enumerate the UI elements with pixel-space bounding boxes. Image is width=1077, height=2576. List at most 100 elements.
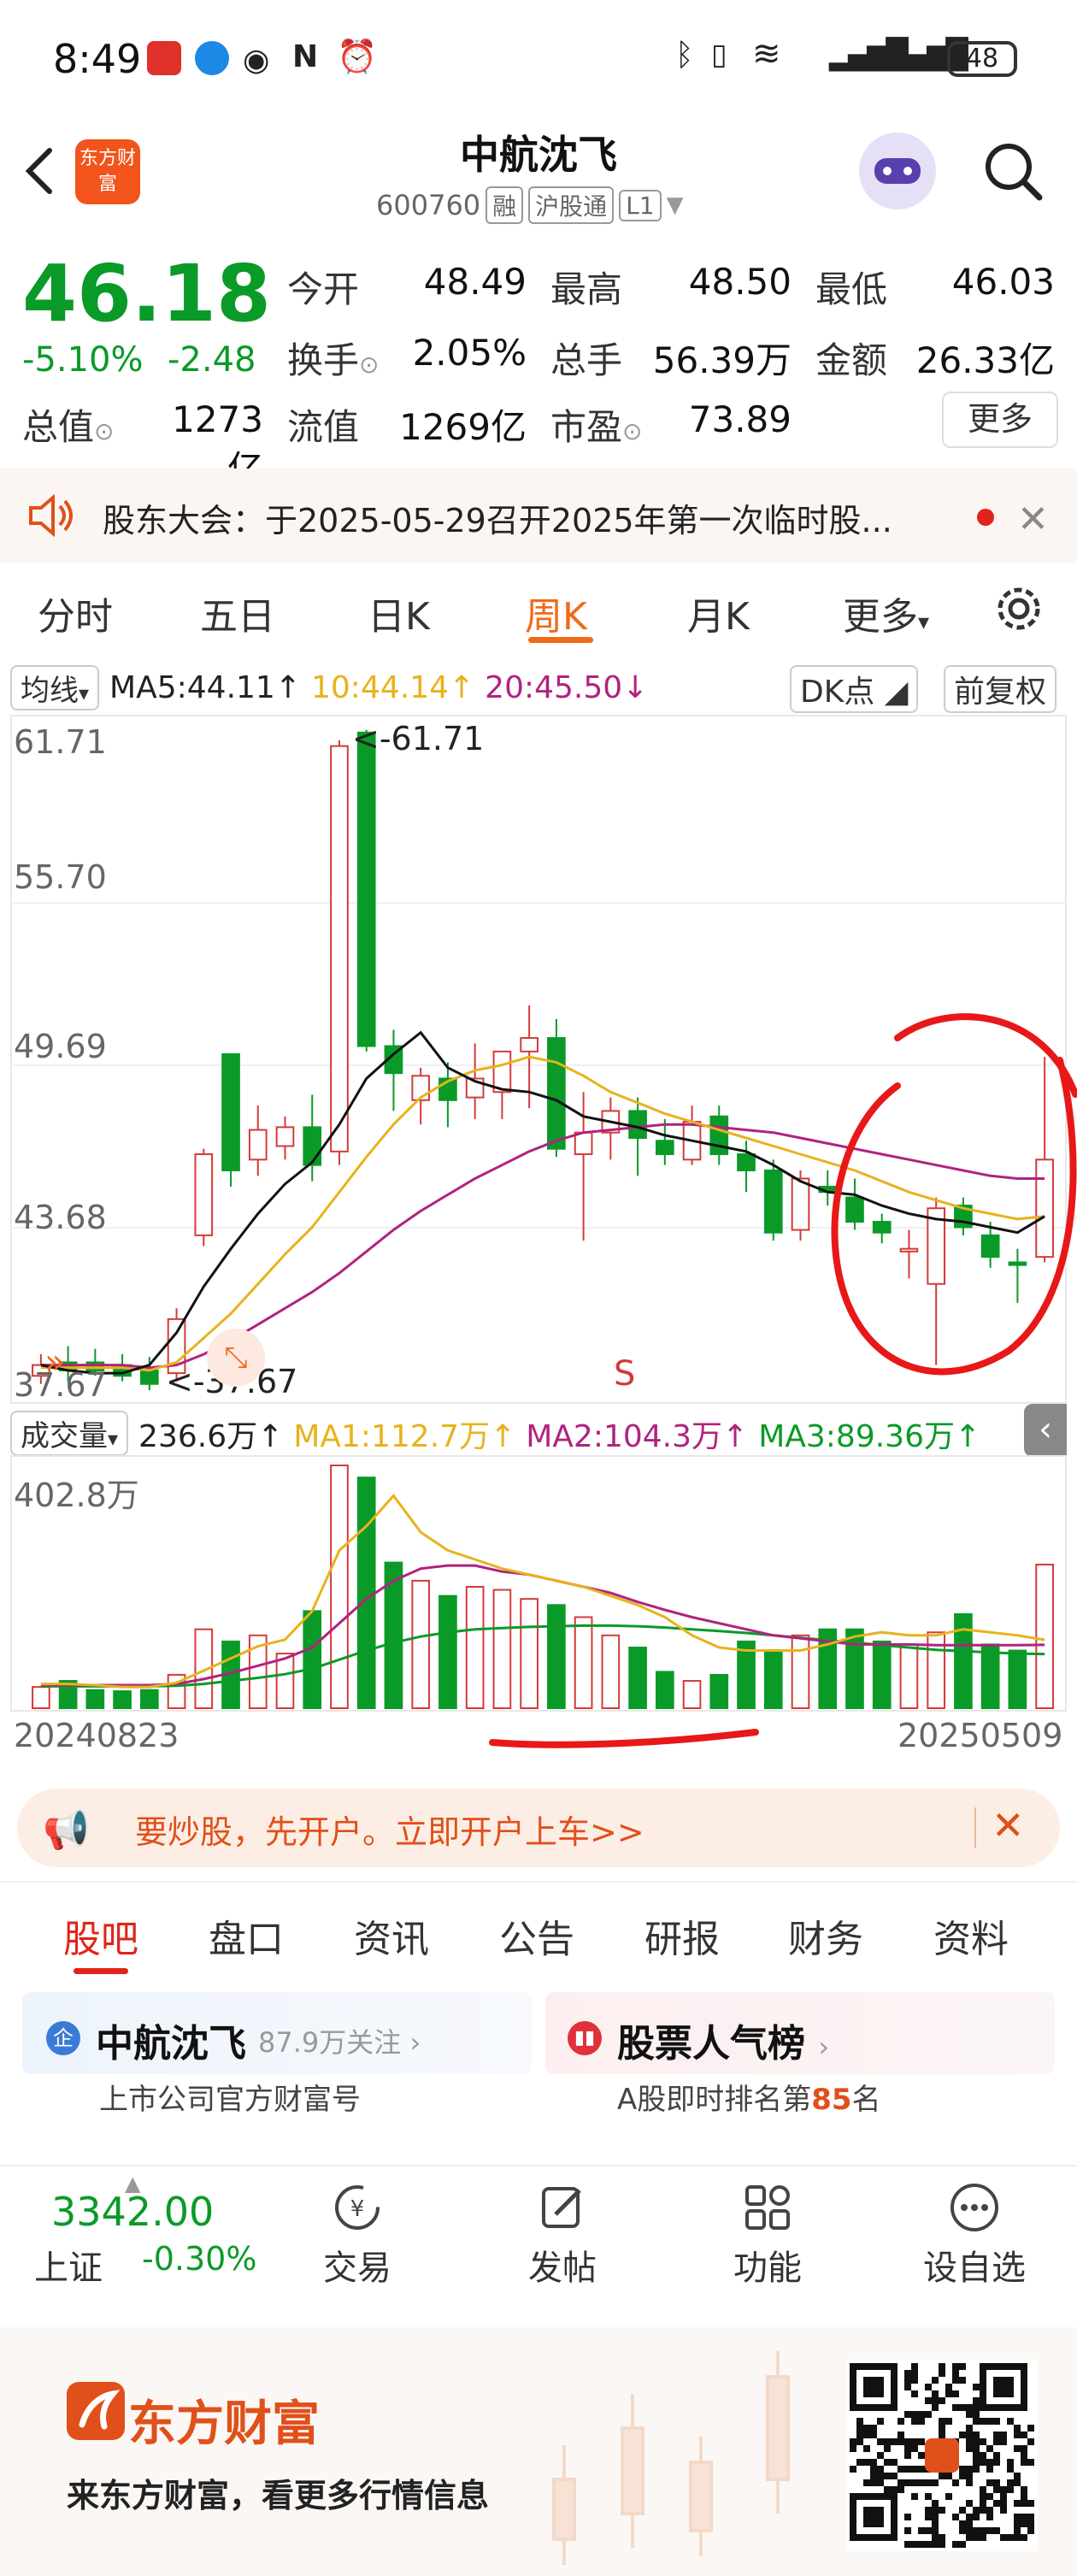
candle-body	[791, 1177, 810, 1231]
qr-module	[959, 2507, 966, 2514]
chevron-down-icon[interactable]: ▼	[667, 192, 684, 218]
high-value: 48.50	[688, 261, 792, 303]
volume-bar	[411, 1579, 431, 1709]
qr-module	[1027, 2438, 1034, 2445]
alarm-icon: ⏰	[337, 38, 378, 75]
svg-text:¥: ¥	[350, 2196, 365, 2222]
qr-module	[973, 2514, 980, 2520]
tab-announcements[interactable]: 公告	[499, 1908, 574, 1963]
volume-bar	[628, 1646, 647, 1709]
open-account-text[interactable]: 要炒股，先开户。立即开户上车>>	[135, 1806, 644, 1853]
qr-module	[911, 2438, 918, 2445]
qr-module	[863, 2479, 870, 2486]
qr-module	[1014, 2445, 1021, 2452]
volume-bar	[113, 1690, 132, 1710]
index-change[interactable]: -0.30%	[142, 2240, 256, 2278]
qr-module	[904, 2479, 911, 2486]
tab-daily-k[interactable]: 日K	[368, 586, 430, 640]
qr-module	[850, 2466, 856, 2473]
qr-module	[904, 2466, 911, 2473]
dk-point-button[interactable]: DK点 ◢	[790, 665, 919, 713]
volume-chart-svg[interactable]	[10, 1455, 1067, 1712]
volume-bar	[601, 1634, 621, 1710]
candle-body	[330, 745, 349, 1152]
trade-button[interactable]: ¥ 交易	[272, 2180, 443, 2290]
qr-module	[952, 2363, 959, 2370]
qr-module	[980, 2486, 986, 2493]
qr-module	[904, 2384, 911, 2390]
index-name[interactable]: 上证	[34, 2240, 103, 2290]
brand-logo-icon	[67, 2382, 125, 2440]
logo-text: 东方财富	[79, 148, 136, 195]
more-button[interactable]: 更多	[942, 392, 1058, 448]
qr-module	[986, 2493, 993, 2500]
tab-pankou[interactable]: 盘口	[209, 1908, 284, 1963]
tab-research[interactable]: 研报	[644, 1908, 720, 1963]
market-cap-label: 总值⊙	[22, 406, 115, 448]
close-icon[interactable]: ✕	[992, 1802, 1025, 1848]
qr-module	[898, 2466, 904, 2473]
tab-profile[interactable]: 资料	[933, 1908, 1009, 1963]
back-icon[interactable]	[22, 145, 56, 197]
qr-module	[898, 2418, 904, 2425]
qr-module	[918, 2541, 925, 2548]
functions-button[interactable]: 功能	[682, 2180, 853, 2290]
add-watchlist-button[interactable]: 设自选	[889, 2180, 1060, 2290]
notice-text[interactable]: 股东大会：于2025-05-29召开2025年第一次临时股...	[103, 494, 892, 541]
y-tick-label: 43.68	[14, 1199, 107, 1236]
vol-ma1-line	[40, 1494, 1045, 1689]
qr-module	[1014, 2527, 1021, 2534]
qr-module	[904, 2377, 911, 2384]
candle-body	[737, 1153, 756, 1171]
unread-dot	[977, 509, 994, 526]
qr-module	[952, 2390, 959, 2397]
expand-left-icon[interactable]: »	[44, 1342, 65, 1382]
search-icon[interactable]	[983, 141, 1045, 203]
volume-bar	[709, 1673, 729, 1710]
speaker-icon	[29, 494, 73, 537]
qr-module	[939, 2363, 945, 2370]
qr-module	[952, 2377, 959, 2384]
ma-selector[interactable]: 均线▾	[10, 665, 100, 710]
settings-gear-icon[interactable]	[992, 581, 1046, 636]
open-value: 48.49	[423, 261, 527, 303]
qr-finder-center	[863, 2377, 884, 2397]
qr-module	[966, 2500, 973, 2507]
candle-body	[547, 1037, 566, 1150]
bluetooth-icon: ᛒ	[675, 38, 694, 73]
tab-weekly-k[interactable]: 周K	[525, 586, 587, 640]
close-icon[interactable]: ✕	[1017, 498, 1049, 541]
low-label: 最低	[815, 268, 888, 310]
qr-module	[1000, 2534, 1007, 2541]
qr-module	[966, 2425, 973, 2432]
assistant-robot-icon[interactable]	[859, 133, 936, 209]
tab-five-day[interactable]: 五日	[200, 586, 275, 640]
tab-more[interactable]: 更多▾	[843, 586, 929, 640]
red-underline-annotation	[489, 1729, 759, 1748]
qr-module	[993, 2438, 1000, 2445]
volume-selector[interactable]: 成交量▾	[10, 1411, 129, 1456]
qr-module	[911, 2363, 918, 2370]
popularity-desc: A股即时排名第85名	[617, 2083, 881, 2117]
qr-module	[966, 2473, 973, 2479]
volume-bar	[303, 1610, 322, 1709]
popularity-title: 股票人气榜 ›	[617, 2022, 830, 2066]
tab-monthly-k[interactable]: 月K	[687, 586, 750, 640]
index-value[interactable]: 3342.00	[51, 2189, 214, 2235]
qr-module	[973, 2404, 980, 2411]
qr-module	[939, 2541, 945, 2548]
qr-module	[1007, 2479, 1014, 2486]
tab-finance[interactable]: 财务	[788, 1908, 863, 1963]
collapse-panel-icon[interactable]: ‹	[1024, 1404, 1067, 1457]
tab-news[interactable]: 资讯	[354, 1908, 429, 1963]
tab-intraday[interactable]: 分时	[38, 586, 113, 640]
float-cap-label: 流值	[287, 406, 360, 448]
qr-module	[911, 2541, 918, 2548]
post-button[interactable]: 发帖	[477, 2180, 648, 2290]
tab-guba[interactable]: 股吧	[63, 1908, 138, 1963]
adjust-button[interactable]: 前复权	[944, 665, 1057, 713]
fullscreen-icon[interactable]: ⤡	[207, 1329, 265, 1387]
candle-body	[655, 1140, 674, 1156]
volume-bar	[547, 1604, 566, 1709]
qr-module	[966, 2520, 973, 2527]
